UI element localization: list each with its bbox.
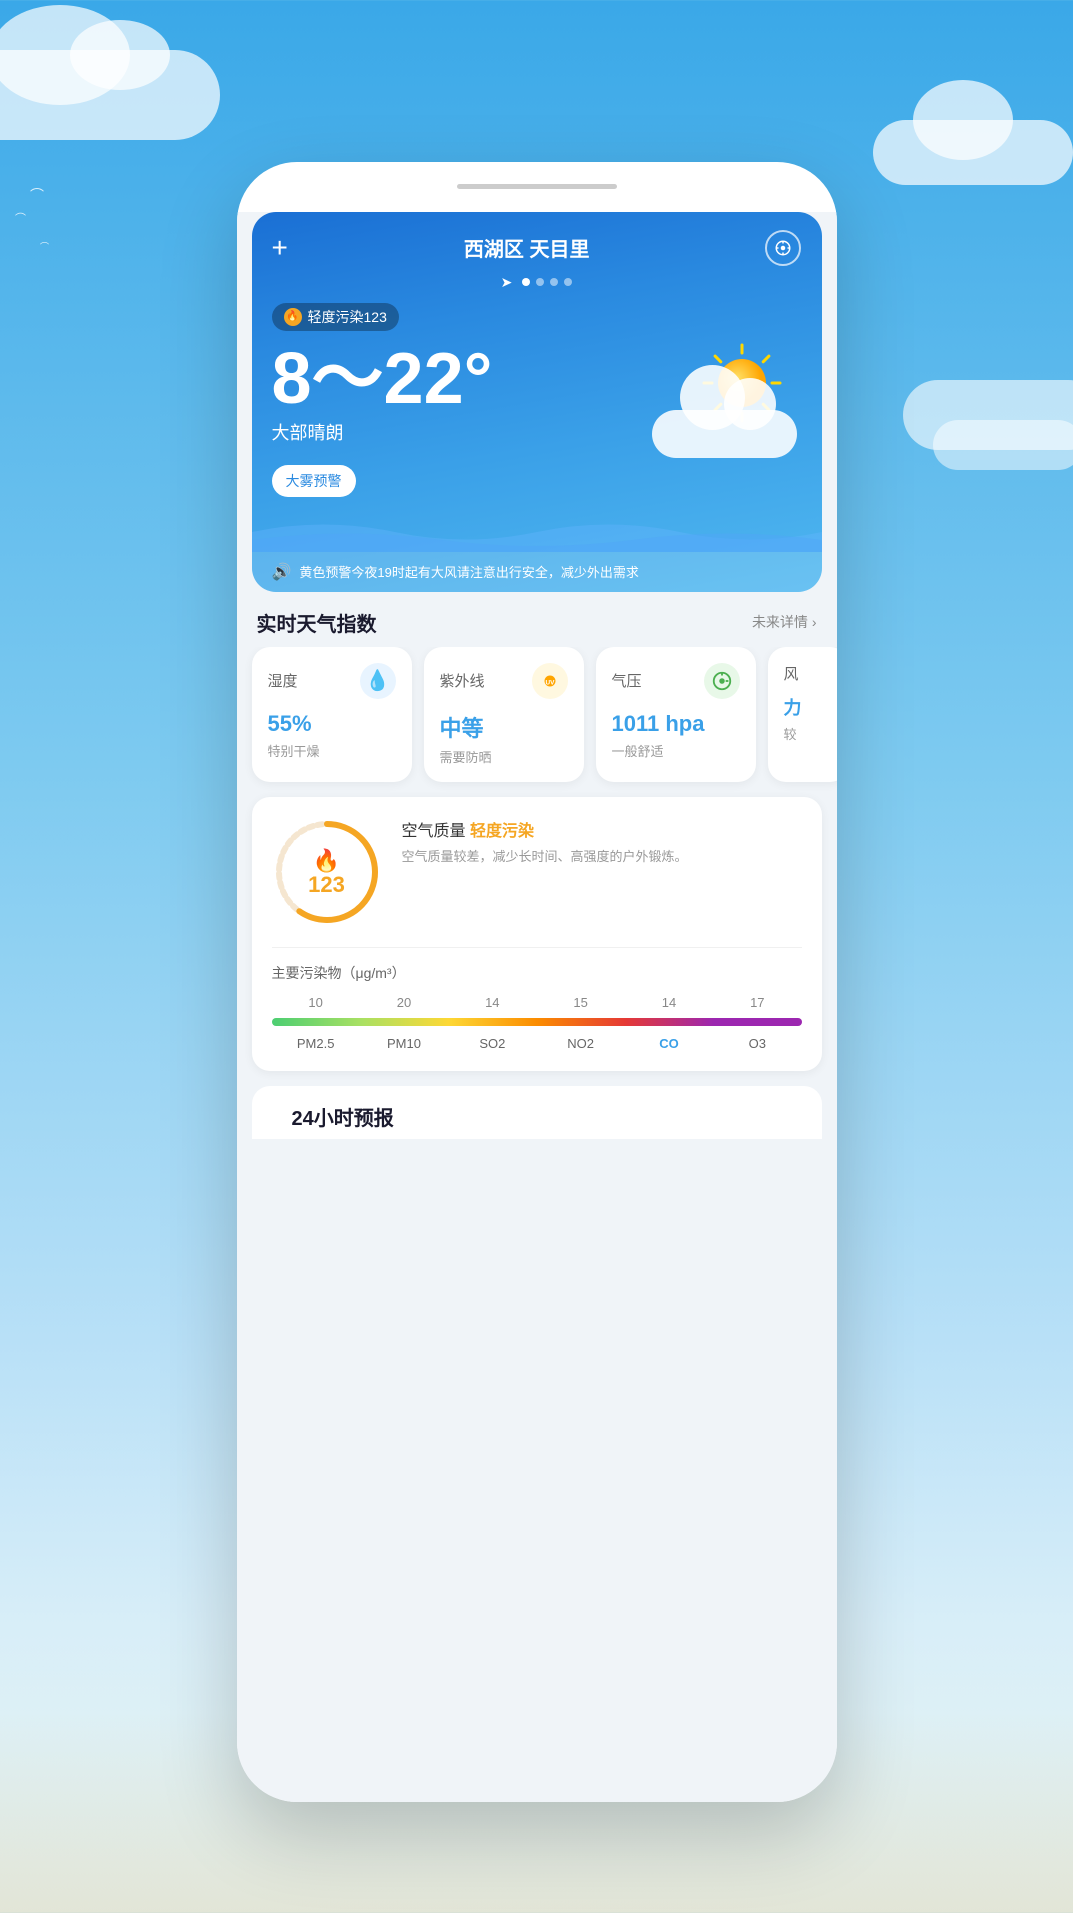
weather-description: 大部晴朗 [272, 419, 493, 445]
pollutant-title: 主要污染物（μg/m³） [272, 963, 802, 983]
cloud-illustration [652, 390, 802, 458]
warning-badge[interactable]: 大雾预警 [272, 465, 356, 497]
no2-label: NO2 [536, 1036, 624, 1051]
aqi-badge-icon: 🔥 [284, 308, 302, 326]
cloud-right-lower [933, 420, 1073, 470]
humidity-card: 湿度 💧 55% 特别干燥 [252, 647, 412, 782]
aqi-title-row: 空气质量 轻度污染 [402, 817, 688, 841]
card-topbar: + 西湖区 天目里 [252, 212, 822, 274]
o3-label: O3 [713, 1036, 801, 1051]
pm25-val: 10 [272, 995, 360, 1010]
wind-card-partial: 风 力 较 [768, 647, 837, 782]
pagination-dots: ➤ [252, 274, 822, 299]
svg-text:UV: UV [545, 679, 555, 686]
pm10-val: 20 [360, 995, 448, 1010]
uv-sun-icon: UV [539, 670, 561, 692]
aqi-info: 空气质量 轻度污染 空气质量较差，减少长时间、高强度的户外锻炼。 [402, 817, 688, 867]
pressure-label: 气压 [612, 670, 642, 691]
so2-val: 14 [448, 995, 536, 1010]
aqi-badge: 🔥 轻度污染123 [272, 303, 399, 331]
co-label: CO [625, 1036, 713, 1051]
wind-label: 风 [784, 663, 832, 684]
location-icon-button[interactable] [765, 230, 801, 266]
pressure-sub: 一般舒适 [612, 741, 740, 760]
uv-label: 紫外线 [440, 670, 485, 691]
forecast-24h-title: 24小时预报 [272, 1096, 414, 1138]
notch-bar [457, 184, 617, 189]
realtime-section-header: 实时天气指数 未来详情 › [237, 592, 837, 647]
warning-ticker: 🔊 黄色预警今夜19时起有大风请注意出行安全，减少外出需求 [252, 552, 822, 592]
future-detail-link[interactable]: 未来详情 › [752, 612, 817, 632]
location-icon [774, 239, 792, 257]
aqi-center: 🔥 123 [308, 848, 345, 896]
location-title: 西湖区 天目里 [464, 233, 590, 262]
app-content: + 西湖区 天目里 ➤ [237, 212, 837, 1802]
aqi-top: 🔥 123 空气质量 轻度污染 空气质量较差，减少长时间、高强度的户外锻炼。 [272, 817, 802, 927]
temp-left: 8～22° 大部晴朗 大雾预警 [272, 343, 493, 497]
aqi-badge-text: 轻度污染123 [308, 307, 387, 327]
wave-svg [252, 512, 822, 552]
humidity-label: 湿度 [268, 670, 298, 691]
temperature-value: 8～22° [272, 343, 493, 415]
realtime-title: 实时天气指数 [257, 608, 377, 637]
bird-3: ⌒ [40, 240, 49, 253]
weather-illustration [632, 338, 802, 468]
so2-label: SO2 [448, 1036, 536, 1051]
wind-value: 力 [784, 694, 832, 720]
aqi-description: 空气质量较差，减少长时间、高强度的户外锻炼。 [402, 847, 688, 867]
aqi-title-label: 空气质量 [402, 823, 466, 840]
dot-1[interactable] [522, 278, 530, 286]
uv-icon: UV [532, 663, 568, 699]
dot-3[interactable] [550, 278, 558, 286]
co-val: 14 [625, 995, 713, 1010]
aqi-number: 123 [308, 874, 345, 896]
o3-val: 17 [713, 995, 801, 1010]
bg-cloud-left [0, 50, 220, 140]
pollutant-labels-row: PM2.5 PM10 SO2 NO2 CO O3 [272, 1036, 802, 1051]
aqi-level: 轻度污染 [470, 823, 534, 840]
humidity-icon: 💧 [360, 663, 396, 699]
phone-notch [237, 162, 837, 212]
wave-area [252, 512, 822, 552]
warning-text: 黄色预警今夜19时起有大风请注意出行安全，减少外出需求 [299, 562, 638, 581]
pm25-label: PM2.5 [272, 1036, 360, 1051]
index-cards-container: 湿度 💧 55% 特别干燥 紫外线 UV [237, 647, 837, 797]
pressure-gauge-icon [711, 670, 733, 692]
humidity-value: 55% [268, 711, 396, 737]
add-location-button[interactable]: + [272, 232, 288, 264]
forecast-24h-section: 24小时预报 [252, 1086, 822, 1139]
pressure-card: 气压 1011 hpa 一般舒适 [596, 647, 756, 782]
phone-frame: + 西湖区 天目里 ➤ [237, 162, 837, 1802]
pollution-gradient-bar [272, 1018, 802, 1026]
bird-2: ⌒ [15, 210, 26, 226]
no2-val: 15 [536, 995, 624, 1010]
bg-cloud-right [873, 120, 1073, 185]
bird-1: ⌒ [30, 185, 44, 205]
pressure-icon [704, 663, 740, 699]
pm10-label: PM10 [360, 1036, 448, 1051]
humidity-sub: 特别干燥 [268, 741, 396, 760]
aqi-flame-icon: 🔥 [313, 848, 340, 873]
uv-value: 中等 [440, 711, 568, 743]
uv-sub: 需要防晒 [440, 747, 568, 766]
dot-4[interactable] [564, 278, 572, 286]
pollutant-section: 主要污染物（μg/m³） 10 20 14 15 14 17 PM2.5 PM1… [272, 947, 802, 1051]
pollutant-values-row: 10 20 14 15 14 17 [272, 995, 802, 1010]
dot-2[interactable] [536, 278, 544, 286]
aqi-gauge: 🔥 123 [272, 817, 382, 927]
uv-card: 紫外线 UV 中等 需要防晒 [424, 647, 584, 782]
weather-main-card: + 西湖区 天目里 ➤ [252, 212, 822, 592]
air-quality-section: 🔥 123 空气质量 轻度污染 空气质量较差，减少长时间、高强度的户外锻炼。 主 [252, 797, 822, 1071]
pressure-value: 1011 hpa [612, 711, 740, 737]
wind-sub: 较 [784, 724, 832, 743]
speaker-icon: 🔊 [272, 562, 292, 582]
nav-arrow: ➤ [501, 274, 513, 291]
temperature-section: 8～22° 大部晴朗 大雾预警 [252, 343, 822, 497]
